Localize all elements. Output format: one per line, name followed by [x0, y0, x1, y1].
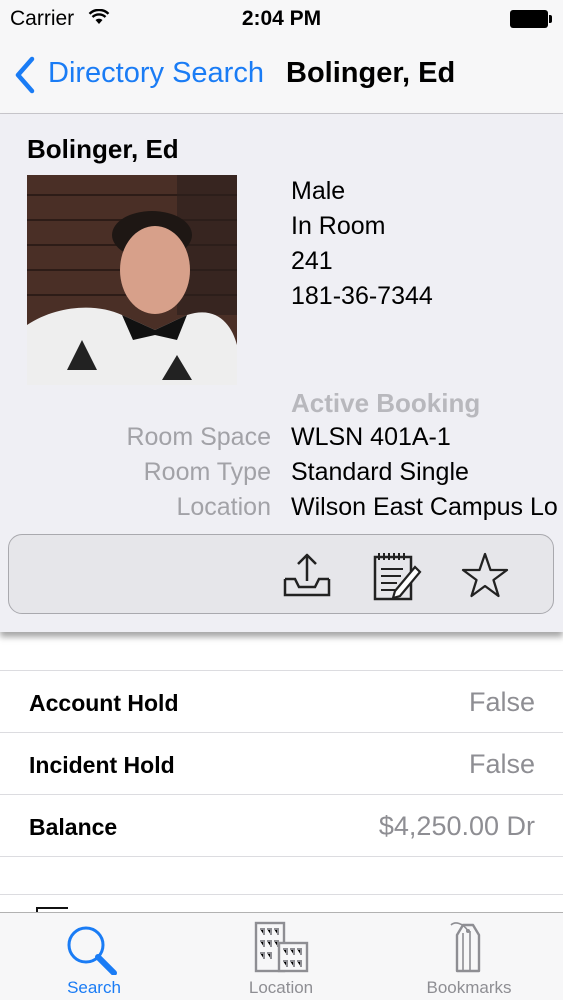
- room-space-value: WLSN 401A-1: [291, 423, 451, 451]
- profile-name: Bolinger, Ed: [27, 134, 179, 164]
- status-time: 2:04 PM: [241, 7, 322, 30]
- id-number-text: 181-36-7344: [291, 282, 433, 310]
- balance-row[interactable]: Balance $4,250.00 Dr: [0, 795, 563, 857]
- row-label: Balance: [29, 814, 118, 840]
- profile-card: Bolinger, Ed Male In Room 241 181-36-734…: [0, 114, 563, 632]
- tab-location[interactable]: Location: [187, 913, 375, 1000]
- search-icon: [67, 926, 117, 975]
- tab-search[interactable]: Search: [0, 913, 188, 1000]
- room-number-text: 241: [291, 247, 333, 275]
- building-icon: [254, 921, 309, 973]
- tab-bar: Search Location Bookmarks: [0, 912, 563, 1000]
- share-icon[interactable]: [281, 551, 333, 601]
- row-label: Account Hold: [29, 690, 179, 716]
- tab-bookmarks[interactable]: Bookmarks: [375, 913, 563, 1000]
- room-type-value: Standard Single: [291, 458, 469, 486]
- tab-label: Bookmarks: [426, 978, 512, 997]
- battery-icon: [510, 10, 552, 28]
- tab-label: Search: [67, 978, 121, 997]
- star-icon[interactable]: [459, 551, 511, 601]
- location-value: Wilson East Campus Lo: [291, 493, 558, 521]
- bookmark-icon: [450, 922, 481, 973]
- account-hold-row[interactable]: Account Hold False: [0, 671, 563, 733]
- back-button[interactable]: Directory Search: [48, 57, 264, 90]
- gender-text: Male: [291, 177, 346, 205]
- location-label: Location: [176, 493, 271, 521]
- page-title: Bolinger, Ed: [286, 57, 456, 89]
- room-type-label: Room Type: [143, 458, 271, 486]
- booking-heading: Active Booking: [291, 388, 481, 418]
- action-bar: [8, 534, 554, 614]
- row-value: False: [468, 749, 535, 779]
- profile-photo: [27, 175, 237, 385]
- notepad-icon[interactable]: [371, 551, 423, 601]
- list-item[interactable]: [0, 894, 563, 917]
- incident-hold-row[interactable]: Incident Hold False: [0, 733, 563, 795]
- row-value: False: [468, 687, 535, 717]
- navigation-bar: Directory Search Bolinger, Ed: [0, 40, 563, 114]
- row-label: Incident Hold: [29, 752, 175, 778]
- tab-label: Location: [248, 978, 314, 997]
- row-value: $4,250.00 Dr: [378, 811, 535, 841]
- status-bar: Carrier 2:04 PM: [0, 0, 563, 40]
- back-chevron-icon[interactable]: [12, 55, 38, 95]
- room-space-label: Room Space: [126, 423, 271, 451]
- account-rows: Account Hold False Incident Hold False B…: [0, 670, 563, 857]
- room-status-text: In Room: [291, 212, 386, 240]
